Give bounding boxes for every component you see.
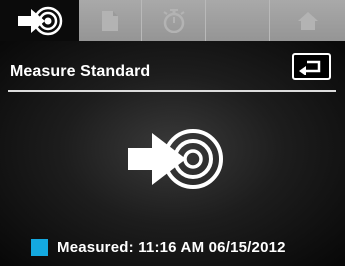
divider [8, 90, 336, 92]
back-return-icon [299, 60, 321, 75]
back-button[interactable] [292, 53, 331, 80]
tab-bar [0, 0, 345, 41]
home-icon [297, 11, 318, 30]
tab-measure-standard[interactable] [0, 0, 79, 41]
tab-timer[interactable] [142, 0, 206, 41]
status-text: Measured: 11:16 AM 06/15/2012 [57, 239, 286, 256]
document-icon [102, 10, 118, 31]
timer-icon [162, 8, 185, 33]
tab-document[interactable] [79, 0, 142, 41]
page-title: Measure Standard [10, 63, 151, 80]
status-color-swatch [31, 239, 48, 256]
tab-blank[interactable] [206, 0, 270, 41]
measure-standard-hero-icon [128, 125, 224, 198]
measure-standard-icon [17, 6, 62, 35]
tab-home[interactable] [270, 0, 345, 41]
status-line: Measured: 11:16 AM 06/15/2012 [31, 239, 286, 256]
